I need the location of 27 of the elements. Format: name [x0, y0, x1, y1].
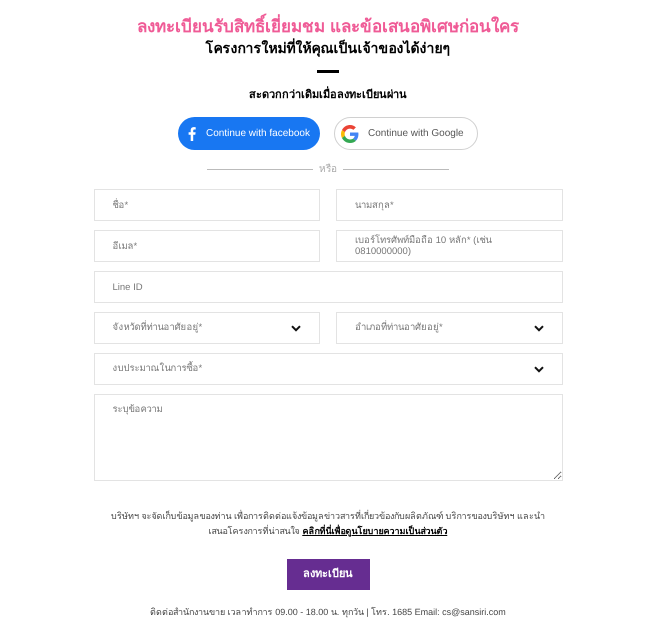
dropdown-field[interactable]: อำเภอที่ท่านอาศัยอยู่* [336, 312, 562, 344]
consent-text: บริษัทฯ จะจัดเก็บข้อมูลของท่าน เพื่อการติดต่อแจ้งข้อมูลข่าวสารที่เกี่ยวข้องกับผลิตภัณฑ์ บริการของบริษัทฯ และนำเสนอโครงการที่น่าสนใจ คลิกที่นี่เพื่อดูนโยบายความเป็นส่วนตัว [110, 509, 546, 539]
facebook-button[interactable]: Continue with facebook [178, 117, 320, 150]
dropdown-field[interactable]: จังหวัดที่ท่านอาศัยอยู่* [94, 312, 320, 344]
dropdown-placeholder: งบประมาณในการซื้อ* [112, 362, 202, 376]
input-field[interactable]: เบอร์โทรศัพท์มือถือ 10 หลัก* (เช่น 0810000000) [336, 230, 562, 262]
divider-label: หรือ [319, 162, 337, 177]
facebook-icon [188, 126, 196, 140]
input-field[interactable]: อีเมล* [94, 230, 320, 262]
chevron-down-icon [534, 366, 544, 372]
google-button[interactable]: Continue with Google [334, 117, 478, 150]
chevron-down-icon [534, 324, 544, 332]
page-title: ลงทะเบียนรับสิทธิ์เยี่ยมชม และข้อเสนอพิเศษก่อนใคร [137, 16, 519, 38]
dropdown-placeholder: จังหวัดที่ท่านอาศัยอยู่* [112, 320, 202, 335]
dropdown-field[interactable]: งบประมาณในการซื้อ* [94, 353, 562, 385]
page-subtitle: โครงการใหม่ที่ให้คุณเป็นเจ้าของได้ง่ายๆ [206, 38, 450, 58]
register-button[interactable]: ลงทะเบียน [286, 559, 370, 590]
input-field[interactable]: นามสกุล* [336, 189, 562, 221]
google-icon [341, 124, 359, 142]
dropdown-placeholder: อำเภอที่ท่านอาศัยอยู่* [355, 320, 443, 335]
message-field[interactable]: ระบุข้อความ [94, 394, 562, 481]
input-field[interactable]: ชื่อ* [94, 189, 320, 221]
social-prompt: สะดวกกว่าเดิมเมื่อลงทะเบียนผ่าน [249, 87, 407, 103]
contact-info: ติดต่อสำนักงานขาย เวลาทำการ 09.00 - 18.00 น. ทุกวัน | โทร. 1685 Email: cs@sansiri.com [150, 606, 506, 620]
privacy-policy-link[interactable]: คลิกที่นี่เพื่อดูนโยบายความเป็นส่วนตัว [302, 526, 448, 536]
chevron-down-icon [291, 324, 301, 332]
input-field[interactable]: Line ID [94, 271, 562, 303]
